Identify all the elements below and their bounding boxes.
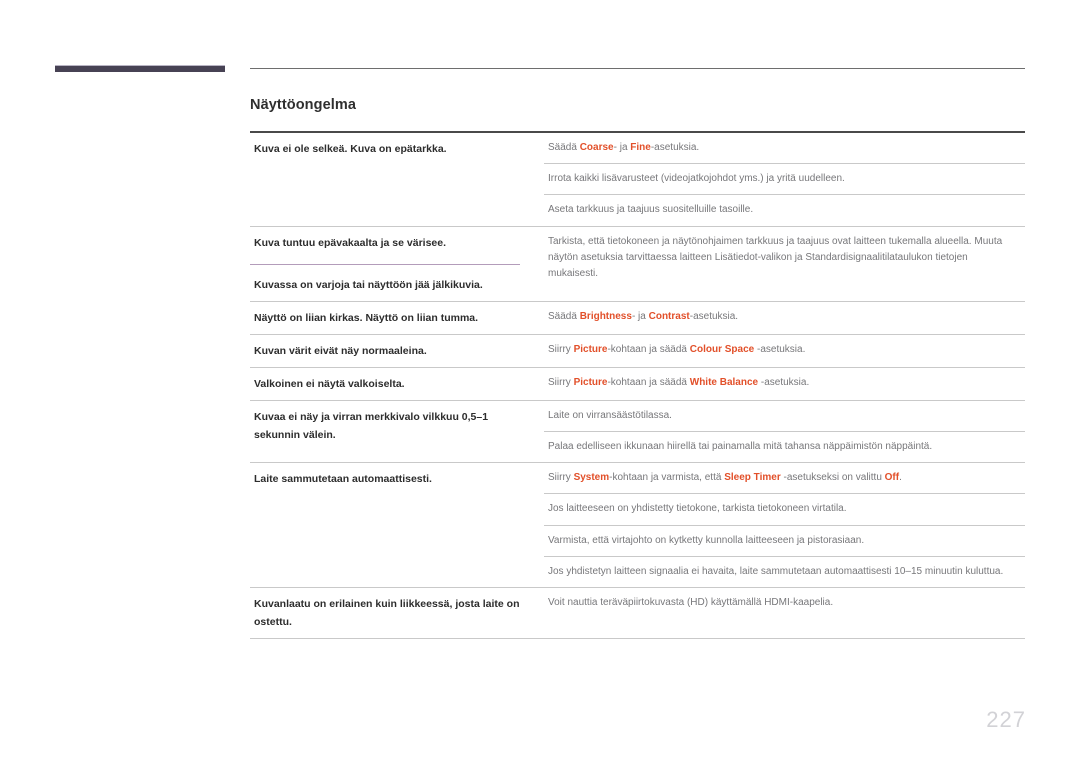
setting-keyword: Brightness <box>579 310 632 322</box>
solution-list: Siirry Picture-kohtaan ja säädä Colour S… <box>544 335 1025 367</box>
symptom-cell: Valkoinen ei näytä valkoiselta. <box>250 368 544 400</box>
solution-list: Säädä Brightness- ja Contrast-asetuksia. <box>544 302 1025 334</box>
solution-text: Laite on virransäästötilassa. <box>548 409 672 421</box>
page-number: 227 <box>986 707 1026 732</box>
solution-list: Tarkista, että tietokoneen ja näytönohja… <box>544 227 1025 301</box>
solution-list: Siirry Picture-kohtaan ja säädä White Ba… <box>544 368 1025 400</box>
solution-text: Irrota kaikki lisävarusteet (videojatkoj… <box>548 173 845 185</box>
solution-text: . <box>899 472 902 484</box>
solution-text: Tarkista, että tietokoneen ja näytönohja… <box>548 235 1003 279</box>
solution-text: - ja <box>631 310 649 322</box>
header-decoration-bar <box>55 65 225 72</box>
table-row: Kuvaa ei näy ja virran merkkivalo vilkku… <box>250 401 1025 462</box>
symptom-cell: Kuvan värit eivät näy normaaleina. <box>250 335 544 367</box>
solution-list: Säädä Coarse- ja Fine-asetuksia. Irrota k… <box>544 133 1025 226</box>
header-top-rule <box>250 68 1025 69</box>
setting-keyword: Colour Space <box>689 343 755 355</box>
page-title: Näyttöongelma <box>250 97 357 113</box>
solution-cell: Jos laitteeseen on yhdistetty tietokone,… <box>544 493 1025 524</box>
solution-text: -asetukseksi on valittu <box>780 472 885 484</box>
symptom-cell: Näyttö on liian kirkas. Näyttö on liian … <box>250 302 544 334</box>
setting-keyword: Coarse <box>579 142 614 153</box>
solution-cell: Palaa edelliseen ikkunaan hiirellä tai p… <box>544 430 1025 462</box>
setting-keyword: System <box>573 472 610 484</box>
solution-list: Voit nauttia teräväpiirtokuvasta (HD) kä… <box>544 588 1025 638</box>
symptom-text: Kuva tuntuu epävakaalta ja se värisee. <box>254 236 447 249</box>
solution-cell: Varmista, että virtajohto on kytketty ku… <box>544 524 1025 556</box>
solution-cell: Tarkista, että tietokoneen ja näytönohja… <box>544 227 1025 290</box>
symptom-text: Kuvaa ei näy ja virran merkkivalo vilkku… <box>254 410 489 441</box>
solution-cell: Siirry Picture-kohtaan ja säädä Colour S… <box>544 335 1025 365</box>
setting-keyword: Fine <box>630 142 651 153</box>
symptom-cell: Laite sammutetaan automaattisesti. <box>250 463 544 587</box>
setting-keyword: Off <box>884 472 900 484</box>
solution-text: -asetuksia. <box>689 310 739 322</box>
symptom-text: Laite sammutetaan automaattisesti. <box>254 473 432 486</box>
solution-text: -asetuksia. <box>650 142 700 153</box>
symptom-text: Kuvassa on varjoja tai näyttöön jää jälk… <box>254 278 483 291</box>
solution-text: -asetuksia. <box>758 376 810 388</box>
table-bottom-rule <box>250 638 1025 640</box>
solution-text: -kohtaan ja säädä <box>607 376 690 388</box>
setting-keyword: Contrast <box>648 310 690 322</box>
solution-list: Siirry System-kohtaan ja varmista, että … <box>544 463 1025 587</box>
solution-text: -asetuksia. <box>754 343 806 355</box>
symptom-text: Kuva ei ole selkeä. Kuva on epätarkka. <box>254 143 447 155</box>
setting-keyword: White Balance <box>689 376 759 388</box>
solution-text: Säädä <box>548 310 580 322</box>
solution-text: Jos laitteeseen on yhdistetty tietokone,… <box>548 503 847 515</box>
table-row: Näyttö on liian kirkas. Näyttö on liian … <box>250 302 1025 334</box>
solution-cell: Jos yhdistetyn laitteen signaalia ei hav… <box>544 555 1025 587</box>
solution-text: Säädä <box>548 142 580 153</box>
symptom-text: Kuvanlaatu on erilainen kuin liikkeessä,… <box>254 597 520 628</box>
solution-text: Siirry <box>548 376 574 388</box>
solution-cell: Siirry Picture-kohtaan ja säädä White Ba… <box>544 368 1025 398</box>
solution-list: Laite on virransäästötilassa. Palaa edell… <box>544 401 1025 462</box>
troubleshooting-table: Kuva ei ole selkeä. Kuva on epätarkka. Sä… <box>250 131 1025 640</box>
setting-keyword: Sleep Timer <box>724 472 781 484</box>
table-row: Valkoinen ei näytä valkoiselta. Siirry Pi… <box>250 368 1025 400</box>
solution-text: Siirry <box>548 343 574 355</box>
solution-text: -kohtaan ja säädä <box>607 343 690 355</box>
symptom-cell: Kuvanlaatu on erilainen kuin liikkeessä,… <box>250 588 544 638</box>
symptom-cell: Kuvaa ei näy ja virran merkkivalo vilkku… <box>250 401 544 462</box>
symptom-divider <box>250 263 520 265</box>
table-row: Kuvan värit eivät näy normaaleina. Siirry… <box>250 335 1025 367</box>
solution-cell: Irrota kaikki lisävarusteet (videojatkoj… <box>544 163 1025 194</box>
solution-text: Aseta tarkkuus ja taajuus suositelluille… <box>548 204 754 216</box>
solution-text: - ja <box>613 142 631 153</box>
solution-text: Jos yhdistetyn laitteen signaalia ei hav… <box>548 565 1004 577</box>
solution-cell: Säädä Coarse- ja Fine-asetuksia. <box>544 133 1025 163</box>
solution-cell: Voit nauttia teräväpiirtokuvasta (HD) kä… <box>544 588 1025 618</box>
solution-text: -kohtaan ja varmista, että <box>609 472 725 484</box>
solution-text: Siirry <box>548 472 574 484</box>
symptom-text: Näyttö on liian kirkas. Näyttö on liian … <box>254 311 479 324</box>
symptom-cell: Kuva ei ole selkeä. Kuva on epätarkka. <box>250 133 544 226</box>
solution-cell: Säädä Brightness- ja Contrast-asetuksia. <box>544 302 1025 332</box>
solution-text: Palaa edelliseen ikkunaan hiirellä tai p… <box>548 440 933 452</box>
symptom-text: Valkoinen ei näytä valkoiselta. <box>254 377 405 390</box>
table-row: Kuvanlaatu on erilainen kuin liikkeessä,… <box>250 588 1025 638</box>
table-row: Laite sammutetaan automaattisesti. Siirry… <box>250 463 1025 587</box>
table-row: Kuva tuntuu epävakaalta ja se värisee. Ku… <box>250 227 1025 301</box>
setting-keyword: Picture <box>573 343 608 355</box>
solution-text: Voit nauttia teräväpiirtokuvasta (HD) kä… <box>548 596 834 608</box>
solution-cell: Aseta tarkkuus ja taajuus suositelluille… <box>544 194 1025 225</box>
symptom-cell: Kuva tuntuu epävakaalta ja se värisee. Ku… <box>250 227 544 301</box>
solution-cell: Siirry System-kohtaan ja varmista, että … <box>544 463 1025 493</box>
table-row: Kuva ei ole selkeä. Kuva on epätarkka. Sä… <box>250 133 1025 226</box>
solution-cell: Laite on virransäästötilassa. <box>544 401 1025 431</box>
document-page: Näyttöongelma Kuva ei ole selkeä. Kuva o… <box>0 0 1080 763</box>
setting-keyword: Picture <box>573 376 608 388</box>
symptom-text: Kuvan värit eivät näy normaaleina. <box>254 344 427 357</box>
solution-text: Varmista, että virtajohto on kytketty ku… <box>548 534 865 546</box>
